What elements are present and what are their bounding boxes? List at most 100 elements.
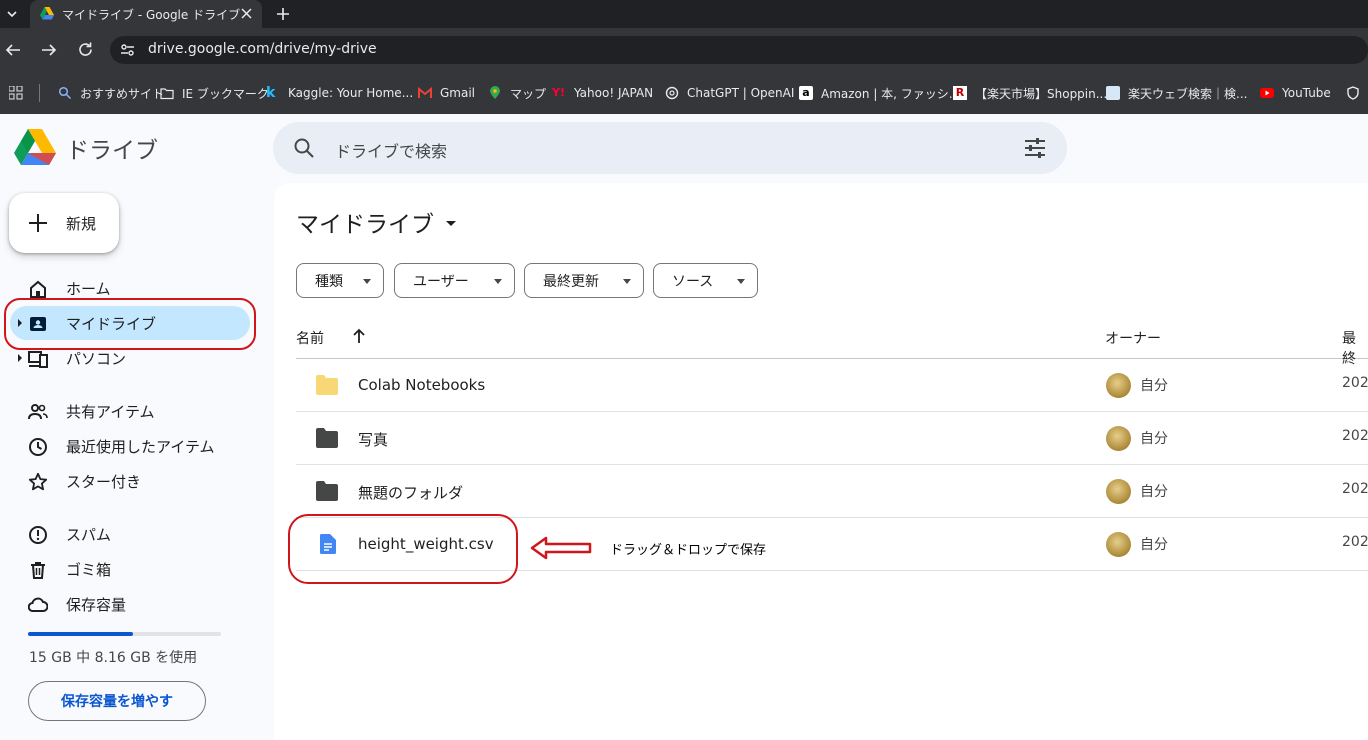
rakuten-search-icon: [1106, 86, 1120, 100]
folder-icon: [160, 88, 174, 100]
sidebar-item-label: ホーム: [66, 280, 111, 298]
gmail-icon: [418, 86, 432, 98]
search-bar[interactable]: ドライブで検索: [273, 122, 1067, 174]
yahoo-icon: Y!: [552, 86, 565, 99]
storage-text: 15 GB 中 8.16 GB を使用: [29, 650, 198, 666]
filter-label: 最終更新: [543, 273, 599, 290]
bookmark-label: ChatGPT | OpenAI: [687, 86, 795, 100]
bookmark-label: マップ: [510, 86, 547, 101]
bookmark-amazon[interactable]: a Amazon | 本, ファッシ...: [799, 85, 960, 101]
page-title-text: マイドライブ: [296, 212, 434, 238]
bookmark-label: YouTube: [1282, 86, 1331, 100]
modified-date: 202: [1342, 428, 1368, 444]
folder-icon: [316, 481, 338, 501]
spam-icon: [29, 526, 47, 544]
modified-date: 202: [1342, 375, 1368, 391]
app-name: ドライブ: [66, 138, 158, 164]
rakuten-icon: R: [953, 86, 967, 100]
apps-grid-icon[interactable]: [9, 86, 23, 100]
drive-logo[interactable]: [14, 129, 56, 165]
annotation-text: ドラッグ＆ドロップで保存: [610, 543, 767, 558]
bookmark-label: Amazon | 本, ファッシ...: [821, 86, 961, 101]
storage-bar-fill: [28, 632, 133, 636]
sidebar-item-spam[interactable]: スパム: [10, 517, 250, 551]
maps-icon: [490, 86, 500, 99]
tab-search-button[interactable]: [4, 6, 20, 22]
back-icon[interactable]: [4, 42, 22, 58]
bookmark-rakuten[interactable]: R 【楽天市場】Shoppin...: [953, 85, 1107, 101]
search-options-icon[interactable]: [1023, 137, 1047, 159]
kaggle-icon: k: [266, 85, 276, 101]
bookmark-osusume[interactable]: おすすめサイト: [58, 85, 164, 101]
bookmarks-bar: おすすめサイト IE ブックマーク k Kaggle: Your Home...…: [0, 72, 1368, 114]
sidebar-item-trash[interactable]: ゴミ箱: [10, 552, 250, 586]
sidebar-item-label: 共有アイテム: [66, 403, 155, 421]
trash-icon: [31, 562, 45, 579]
forward-icon[interactable]: [40, 42, 58, 58]
bookmark-ie[interactable]: IE ブックマーク: [160, 85, 269, 101]
highlight-csv-file: [288, 514, 518, 584]
file-row[interactable]: 写真 自分 202: [296, 412, 1368, 465]
bookmark-maps[interactable]: マップ: [488, 85, 546, 101]
highlight-my-drive: [4, 298, 256, 350]
home-icon: [30, 280, 46, 298]
address-bar-area: drive.google.com/drive/my-drive: [0, 28, 1368, 72]
chevron-down-icon: [7, 11, 17, 18]
star-icon: [28, 472, 48, 491]
sort-arrow-up-icon[interactable]: [352, 328, 366, 344]
sidebar-item-shared[interactable]: 共有アイテム: [10, 394, 250, 428]
bookmark-youtube[interactable]: YouTube: [1260, 85, 1331, 101]
bookmark-chatgpt[interactable]: ChatGPT | OpenAI: [665, 85, 794, 101]
browser-tab[interactable]: マイドライブ - Google ドライブ: [30, 0, 262, 28]
shared-icon: [28, 404, 48, 420]
file-row[interactable]: Colab Notebooks 自分 202: [296, 359, 1368, 412]
file-name[interactable]: 写真: [358, 429, 388, 450]
file-name[interactable]: Colab Notebooks: [358, 376, 485, 394]
new-button[interactable]: 新規: [9, 193, 119, 253]
youtube-icon: [1260, 88, 1274, 98]
dropdown-arrow-icon: [363, 279, 371, 284]
search-icon[interactable]: [293, 137, 315, 159]
sidebar-item-label: ゴミ箱: [66, 561, 112, 579]
get-more-storage-button[interactable]: 保存容量を増やす: [28, 681, 206, 721]
owner-label: 自分: [1140, 537, 1168, 553]
url-box[interactable]: drive.google.com/drive/my-drive: [110, 36, 1368, 64]
sidebar-item-label: スパム: [66, 526, 112, 544]
avatar: [1106, 479, 1131, 504]
filter-modified[interactable]: 最終更新: [524, 263, 644, 298]
new-tab-icon[interactable]: [276, 7, 290, 21]
close-icon[interactable]: [240, 7, 253, 20]
bookmark-yahoo[interactable]: Y! Yahoo! JAPAN: [552, 85, 653, 101]
shield-icon[interactable]: [1346, 86, 1360, 100]
bookmark-label: 【楽天市場】Shoppin...: [975, 86, 1108, 101]
new-button-label: 新規: [66, 215, 97, 233]
folder-icon: [316, 375, 338, 395]
filter-user[interactable]: ユーザー: [394, 263, 515, 298]
bookmark-label: Yahoo! JAPAN: [574, 86, 654, 100]
url-text[interactable]: drive.google.com/drive/my-drive: [148, 41, 377, 57]
openai-icon: [665, 86, 679, 100]
expand-arrow-icon[interactable]: [17, 354, 23, 362]
sidebar-item-label: パソコン: [66, 350, 127, 368]
avatar: [1106, 532, 1131, 557]
reload-icon[interactable]: [77, 41, 94, 58]
column-owner[interactable]: オーナー: [1105, 328, 1161, 348]
filter-type[interactable]: 種類: [296, 263, 384, 298]
filter-source[interactable]: ソース: [653, 263, 758, 298]
search-input[interactable]: ドライブで検索: [335, 138, 447, 162]
sidebar-item-recent[interactable]: 最近使用したアイテム: [10, 429, 250, 463]
bookmark-rakuten-search[interactable]: 楽天ウェブ検索｜検...: [1106, 85, 1247, 101]
site-info-icon[interactable]: [120, 43, 135, 57]
bookmark-label: Kaggle: Your Home...: [288, 86, 414, 100]
sidebar-item-storage[interactable]: 保存容量: [10, 587, 250, 621]
sidebar-item-starred[interactable]: スター付き: [10, 464, 250, 498]
file-name[interactable]: 無題のフォルダ: [358, 482, 463, 503]
column-name[interactable]: 名前: [296, 328, 324, 348]
avatar: [1106, 373, 1131, 398]
amazon-icon: a: [799, 86, 813, 100]
filter-label: 種類: [315, 273, 343, 290]
bookmark-kaggle[interactable]: k Kaggle: Your Home...: [266, 85, 413, 101]
bookmark-gmail[interactable]: Gmail: [418, 85, 475, 101]
file-row[interactable]: 無題のフォルダ 自分 202: [296, 465, 1368, 518]
page-title[interactable]: マイドライブ: [296, 205, 456, 239]
